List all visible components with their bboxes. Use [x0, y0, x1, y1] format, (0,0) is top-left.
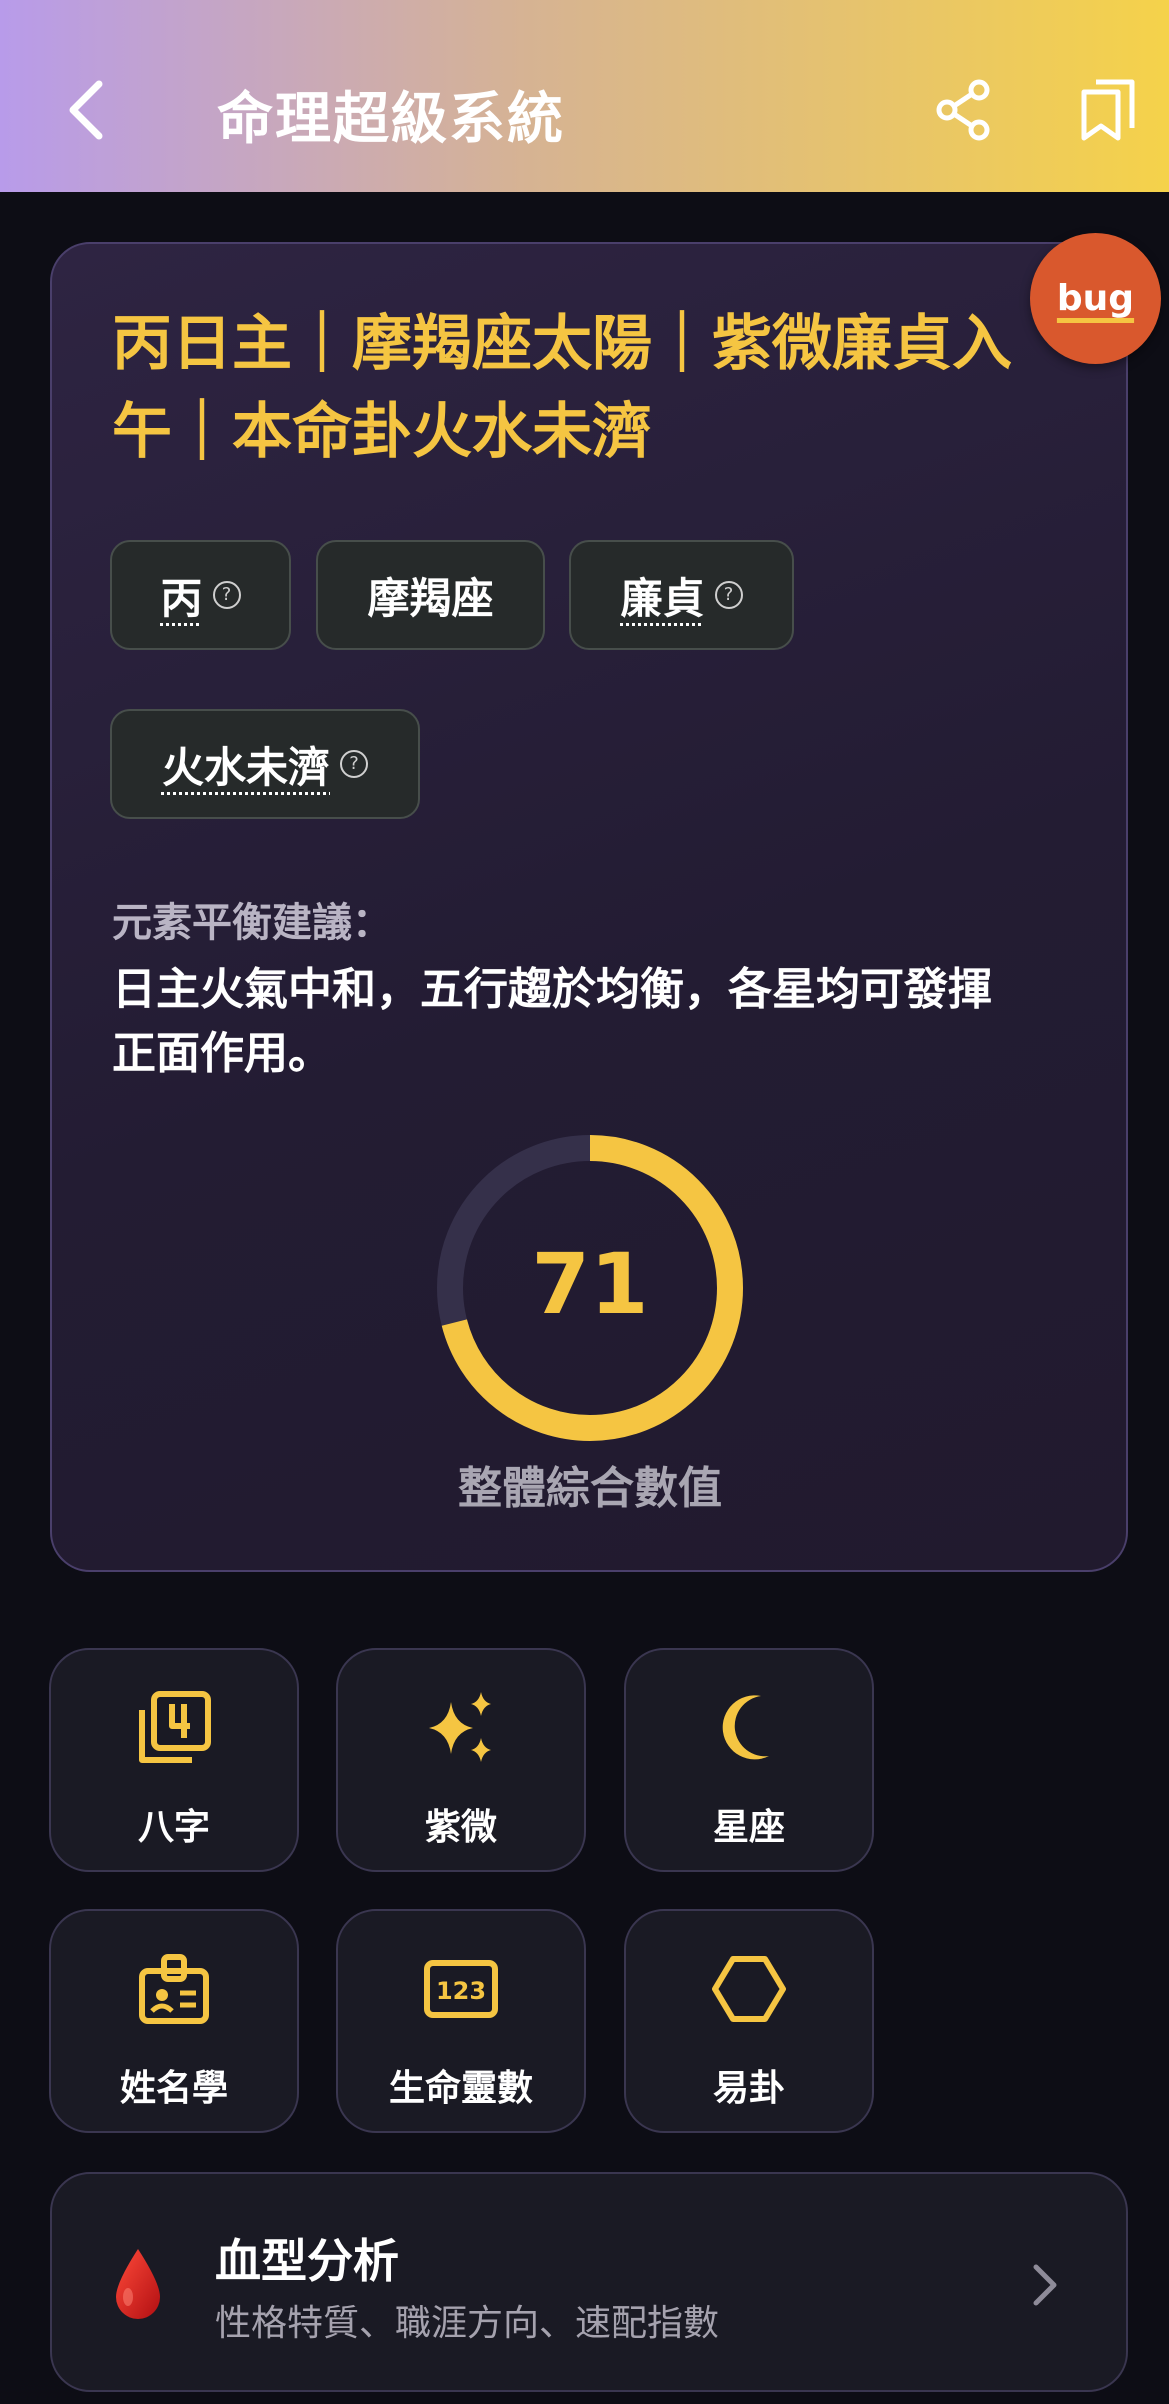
share-icon — [936, 79, 989, 141]
hexagon-icon — [712, 1956, 786, 2022]
square-four-icon — [139, 1691, 211, 1763]
svg-text:123: 123 — [436, 1977, 486, 2005]
chip-label: 摩羯座 — [367, 573, 494, 623]
chip-star[interactable]: 廉貞 ? — [569, 540, 794, 650]
blood-type-card[interactable] — [50, 2172, 1128, 2392]
help-icon: ? — [714, 581, 743, 609]
chip-label: 丙 — [160, 573, 203, 623]
chip-zodiac[interactable]: 摩羯座 — [316, 540, 545, 650]
blood-type-open[interactable] — [1020, 2255, 1070, 2315]
module-label: 八字 — [137, 1807, 210, 1848]
blood-drop-icon — [116, 2249, 160, 2319]
id-badge-icon — [139, 1954, 209, 2024]
blood-type-title: 血型分析 — [215, 2234, 399, 2288]
moon-icon — [722, 1695, 769, 1760]
headline-line-1: 丙日主｜摩羯座太陽｜紫微廉貞入 — [112, 309, 1012, 379]
help-icon: ? — [340, 750, 368, 778]
chip-stem[interactable]: 丙 ? — [110, 540, 291, 650]
module-ziwei[interactable]: 紫微 — [336, 1648, 586, 1872]
balance-label: 元素平衡建議： — [112, 900, 392, 946]
module-numerology[interactable]: 123 生命靈數 — [336, 1909, 586, 2133]
chevron-left-icon — [69, 80, 103, 140]
chip-label: 火水未濟 — [161, 742, 330, 792]
share-button[interactable] — [925, 70, 1000, 150]
chip-label: 廉貞 — [620, 573, 705, 623]
module-bazi[interactable]: 八字 — [49, 1648, 299, 1872]
back-button[interactable] — [55, 70, 115, 150]
score-label: 整體綜合數值 — [458, 1463, 722, 1514]
score-value: 71 — [531, 1235, 649, 1333]
sparkles-icon — [429, 1692, 491, 1762]
help-icon: ? — [212, 581, 241, 609]
chip-hexagram[interactable]: 火水未濟 ? — [110, 709, 420, 819]
bookmarks-icon — [1081, 79, 1134, 141]
bookmarks-button[interactable] — [1070, 70, 1145, 150]
number-123-icon: 123 — [424, 1960, 498, 2018]
module-name-study[interactable]: 姓名學 — [49, 1909, 299, 2133]
module-label: 生命靈數 — [388, 2068, 533, 2109]
balance-line-1: 日主火氣中和，五行趨於均衡，各星均可發揮 — [112, 964, 992, 1015]
page-title: 命理超級系統 — [217, 87, 565, 152]
module-label: 姓名學 — [119, 2068, 228, 2109]
summary-headline: 丙日主｜摩羯座太陽｜紫微廉貞入 午｜本命卦火水未濟 — [112, 300, 1072, 476]
module-label: 紫微 — [424, 1807, 497, 1848]
chevron-right-icon — [1033, 2264, 1057, 2306]
balance-advice: 日主火氣中和，五行趨於均衡，各星均可發揮 正面作用。 — [112, 958, 1072, 1086]
module-label: 星座 — [712, 1807, 785, 1848]
headline-line-2: 午｜本命卦火水未濟 — [112, 397, 652, 467]
balance-line-2: 正面作用。 — [112, 1028, 332, 1079]
blood-type-subtitle: 性格特質、職涯方向、速配指數 — [215, 2303, 720, 2344]
app-header: 命理超級系統 — [0, 0, 1169, 192]
module-iching[interactable]: 易卦 — [624, 1909, 874, 2133]
module-label: 易卦 — [712, 2068, 785, 2109]
module-horoscope[interactable]: 星座 — [624, 1648, 874, 1872]
